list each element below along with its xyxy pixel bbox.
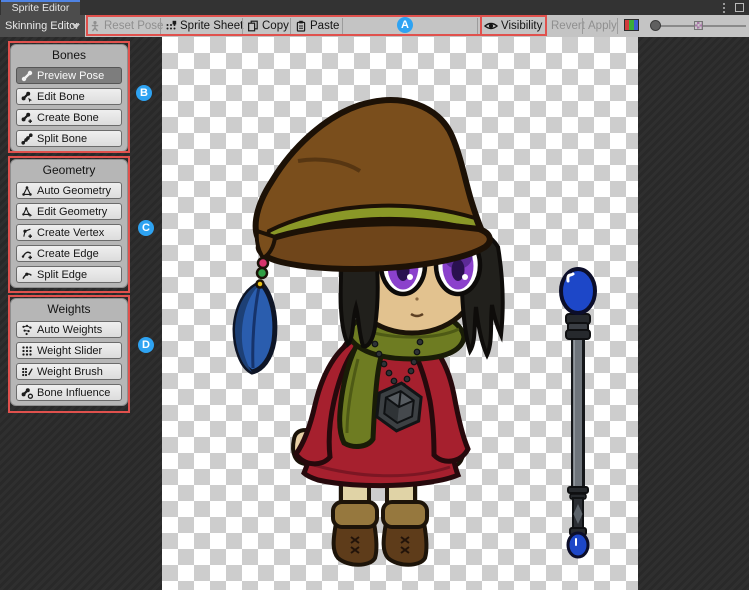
weight-brush-icon	[21, 366, 33, 378]
auto-weights-icon	[21, 324, 33, 336]
mode-dropdown-label: Skinning Editor	[5, 15, 79, 37]
reset-pose-label: Reset Pose	[104, 20, 163, 32]
staff	[561, 269, 595, 557]
revert-label: Revert	[551, 20, 585, 32]
geometry-mesh-icon	[21, 185, 33, 197]
button-label: Edit Geometry	[37, 206, 107, 218]
bones-panel: Bones Preview Pose Edit Bone Create Bone	[10, 44, 128, 152]
feather-charm	[235, 283, 275, 372]
button-label: Preview Pose	[37, 70, 104, 82]
button-label: Edit Bone	[37, 91, 85, 103]
button-label: Weight Brush	[37, 366, 103, 378]
weight-brush-button[interactable]: Weight Brush	[16, 363, 122, 380]
weights-panel-title: Weights	[16, 301, 122, 317]
edit-bone-icon	[21, 91, 33, 103]
staff-tip-orb	[568, 533, 588, 557]
button-label: Create Bone	[37, 112, 99, 124]
bone-influence-icon	[21, 387, 33, 399]
toolbar-separator	[582, 18, 583, 34]
zoom-slider-handle[interactable]	[650, 20, 661, 31]
button-label: Bone Influence	[37, 387, 110, 399]
witch-hat	[256, 100, 490, 269]
mode-dropdown[interactable]: Skinning Editor	[0, 15, 85, 37]
visibility-label: Visibility	[501, 20, 542, 32]
sprite-editor-window: Sprite Editor Skinning Editor Reset Pose	[0, 0, 749, 590]
tab-sprite-editor[interactable]: Sprite Editor	[1, 0, 80, 15]
split-edge-icon	[21, 269, 33, 281]
sprite-sheet-grid-icon	[165, 20, 177, 32]
toolbar-separator	[160, 18, 161, 34]
button-label: Split Edge	[37, 269, 87, 281]
badge-c: C	[138, 220, 154, 236]
dropdown-caret-icon	[72, 24, 80, 29]
button-label: Split Bone	[37, 133, 87, 145]
apply-button[interactable]: Apply	[588, 15, 617, 37]
geometry-panel: Geometry Auto Geometry Edit Geometry Cre…	[10, 159, 128, 288]
weight-slider-grid-icon	[21, 345, 33, 357]
copy-icon	[247, 20, 259, 32]
kebab-menu-icon[interactable]	[722, 3, 726, 13]
button-label: Auto Weights	[37, 324, 102, 336]
nose	[415, 297, 418, 300]
rgb-swatch-icon[interactable]	[624, 19, 639, 31]
visibility-toggle[interactable]: Visibility	[484, 15, 542, 37]
edit-geometry-icon	[21, 206, 33, 218]
maximize-icon[interactable]	[735, 3, 744, 12]
edit-bone-button[interactable]: Edit Bone	[16, 88, 122, 105]
copy-button[interactable]: Copy	[247, 15, 289, 37]
paste-label: Paste	[310, 20, 339, 32]
toolbar-separator	[242, 18, 243, 34]
create-bone-button[interactable]: Create Bone	[16, 109, 122, 126]
preview-pose-button[interactable]: Preview Pose	[16, 67, 122, 84]
button-label: Create Vertex	[37, 227, 104, 239]
paste-button[interactable]: Paste	[295, 15, 339, 37]
edit-geometry-button[interactable]: Edit Geometry	[16, 203, 122, 220]
toolbar-separator	[617, 18, 618, 34]
boot-cuffs	[333, 502, 427, 527]
create-vertex-icon	[21, 227, 33, 239]
sprite-sheet-button[interactable]: Sprite Sheet	[165, 15, 243, 37]
badge-d: D	[138, 337, 154, 353]
bone-influence-button[interactable]: Bone Influence	[16, 384, 122, 401]
button-label: Create Edge	[37, 248, 99, 260]
toolbar-separator	[342, 18, 343, 34]
toolbar-separator	[477, 18, 478, 34]
reset-pose-figure-icon	[89, 20, 101, 32]
copy-label: Copy	[262, 20, 289, 32]
create-vertex-button[interactable]: Create Vertex	[16, 224, 122, 241]
staff-orb	[561, 269, 595, 313]
bones-panel-title: Bones	[16, 47, 122, 63]
badge-b: B	[136, 85, 152, 101]
split-bone-icon	[21, 133, 33, 145]
split-edge-button[interactable]: Split Edge	[16, 266, 122, 283]
weight-slider-button[interactable]: Weight Slider	[16, 342, 122, 359]
sprite-artwork	[162, 37, 638, 590]
button-label: Weight Slider	[37, 345, 102, 357]
title-bar: Sprite Editor	[0, 0, 749, 15]
bone-icon	[21, 70, 33, 82]
create-edge-icon	[21, 248, 33, 260]
eye-icon	[484, 20, 498, 32]
paste-icon	[295, 20, 307, 32]
toolbar-separator	[290, 18, 291, 34]
geometry-panel-title: Geometry	[16, 162, 122, 178]
reset-pose-button[interactable]: Reset Pose	[89, 15, 163, 37]
sprite-sheet-label: Sprite Sheet	[180, 20, 243, 32]
mip-checker-icon	[694, 21, 703, 30]
boots	[334, 523, 427, 565]
split-bone-button[interactable]: Split Bone	[16, 130, 122, 147]
weights-panel: Weights Auto Weights Weight Slider	[10, 298, 128, 406]
create-bone-icon	[21, 112, 33, 124]
badge-a: A	[397, 17, 413, 33]
apply-label: Apply	[588, 20, 617, 32]
sprite-canvas[interactable]	[162, 37, 638, 590]
auto-geometry-button[interactable]: Auto Geometry	[16, 182, 122, 199]
hat-beads	[257, 258, 269, 288]
revert-button[interactable]: Revert	[551, 15, 585, 37]
create-edge-button[interactable]: Create Edge	[16, 245, 122, 262]
auto-weights-button[interactable]: Auto Weights	[16, 321, 122, 338]
toolbar-separator	[546, 18, 547, 34]
button-label: Auto Geometry	[37, 185, 111, 197]
